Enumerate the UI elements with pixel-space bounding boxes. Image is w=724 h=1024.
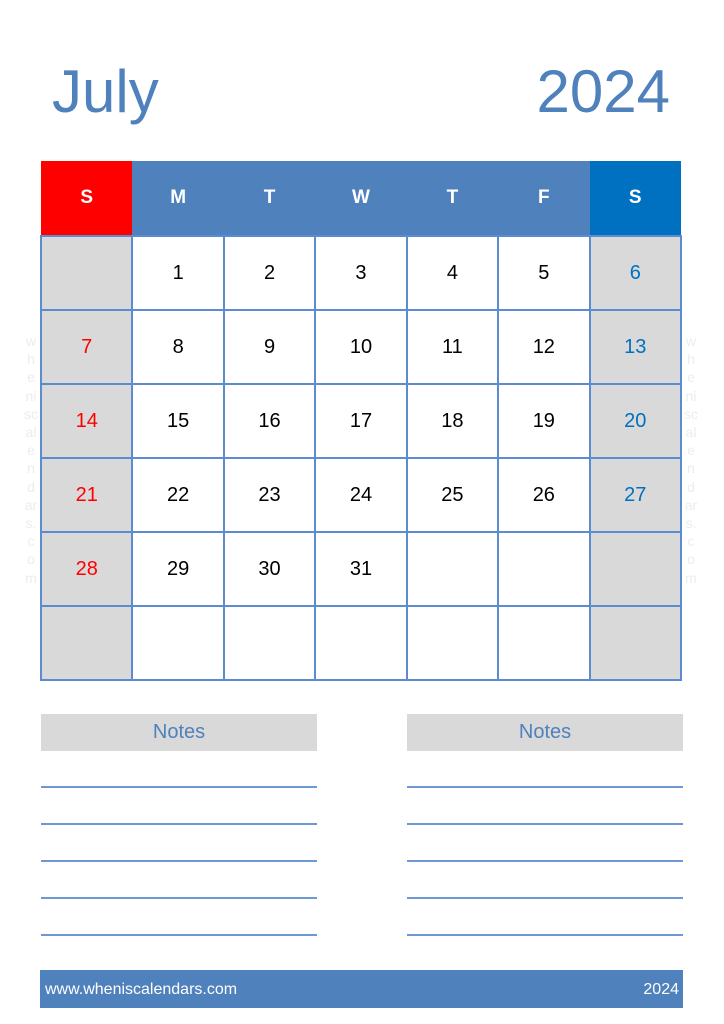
day-cell[interactable]: 29 (131, 531, 225, 607)
day-cell[interactable]: 9 (222, 309, 317, 385)
notes-panel-left: Notes (41, 714, 317, 936)
day-cell[interactable] (39, 605, 134, 681)
day-cell[interactable] (222, 605, 317, 681)
notes-heading: Notes (41, 714, 317, 751)
weekday-tuesday: T (223, 161, 316, 236)
note-line[interactable] (41, 934, 317, 936)
month-title: July (52, 58, 159, 125)
week-row: 123456 (39, 235, 683, 311)
day-cell[interactable]: 23 (222, 457, 317, 533)
note-line[interactable] (407, 860, 683, 862)
day-cell[interactable]: 30 (222, 531, 317, 607)
day-cell[interactable]: 21 (39, 457, 134, 533)
week-row: 14 15 16 17 18 19 20 (39, 383, 683, 459)
day-cell[interactable]: 2 (222, 235, 317, 311)
weekday-sunday: S (41, 161, 133, 236)
footer-year: 2024 (643, 981, 679, 998)
note-line[interactable] (41, 786, 317, 788)
day-cell[interactable]: 31 (314, 531, 408, 607)
watermark-right: wheniscalendars.com (684, 333, 698, 586)
day-cell[interactable]: 7 (39, 309, 134, 385)
day-cell[interactable] (314, 605, 408, 681)
day-cell[interactable]: 28 (39, 531, 134, 607)
weekday-friday: F (498, 161, 590, 236)
calendar-grid: S M T W T F S 1 2 3 4 5 6 7 8 9 10 11 12 13 14 15 16 17 1… (39, 161, 683, 681)
day-cell[interactable] (39, 235, 134, 311)
note-line[interactable] (407, 897, 683, 899)
day-cell[interactable]: 6 (588, 235, 683, 311)
day-cell[interactable]: 4 (405, 235, 500, 311)
watermark-left: wheniscalendars.com (24, 333, 38, 586)
notes-panel-right: Notes (407, 714, 683, 936)
note-line[interactable] (41, 860, 317, 862)
day-cell[interactable] (131, 605, 225, 681)
day-cell[interactable]: 11 (405, 309, 500, 385)
day-cell[interactable]: 22 (131, 457, 225, 533)
day-cell[interactable]: 17 (314, 383, 408, 459)
notes-heading: Notes (407, 714, 683, 751)
day-cell[interactable] (497, 605, 591, 681)
weekday-thursday: T (406, 161, 499, 236)
day-cell[interactable]: 15 (131, 383, 225, 459)
day-cell[interactable] (588, 605, 683, 681)
footer-bar: www.wheniscalendars.com 2024 (40, 970, 683, 1008)
day-cell[interactable]: 10 (314, 309, 408, 385)
note-line[interactable] (41, 823, 317, 825)
day-cell[interactable]: 16 (222, 383, 317, 459)
day-cell[interactable]: 19 (497, 383, 591, 459)
day-cell[interactable]: 13 (588, 309, 683, 385)
day-cell[interactable]: 26 (497, 457, 591, 533)
day-cell[interactable] (405, 605, 500, 681)
day-cell[interactable] (405, 531, 500, 607)
week-row (39, 605, 683, 681)
footer-website-link[interactable]: www.wheniscalendars.com (45, 970, 237, 1010)
day-cell[interactable]: 1 (131, 235, 225, 311)
note-line[interactable] (407, 786, 683, 788)
week-row: 21 22 23 24 25 26 27 (39, 457, 683, 533)
day-cell[interactable]: 12 (497, 309, 591, 385)
day-cell[interactable]: 25 (405, 457, 500, 533)
weekday-wednesday: W (315, 161, 407, 236)
week-row: 7 8 9 10 11 12 13 (39, 309, 683, 385)
weekday-saturday: S (589, 161, 681, 236)
weekday-monday: M (132, 161, 224, 236)
day-cell[interactable] (497, 531, 591, 607)
year-title: 2024 (536, 58, 670, 125)
note-line[interactable] (407, 823, 683, 825)
day-cell[interactable]: 8 (131, 309, 225, 385)
week-row: 28 29 30 31 (39, 531, 683, 607)
day-cell[interactable]: 20 (588, 383, 683, 459)
note-line[interactable] (41, 897, 317, 899)
day-cell[interactable]: 14 (39, 383, 134, 459)
day-cell[interactable]: 18 (405, 383, 500, 459)
weekday-header-row: S M T W T F S (41, 161, 681, 236)
day-cell[interactable] (588, 531, 683, 607)
day-cell[interactable]: 27 (588, 457, 683, 533)
day-cell[interactable]: 5 (497, 235, 591, 311)
note-line[interactable] (407, 934, 683, 936)
day-cell[interactable]: 3 (314, 235, 408, 311)
day-cell[interactable]: 24 (314, 457, 408, 533)
